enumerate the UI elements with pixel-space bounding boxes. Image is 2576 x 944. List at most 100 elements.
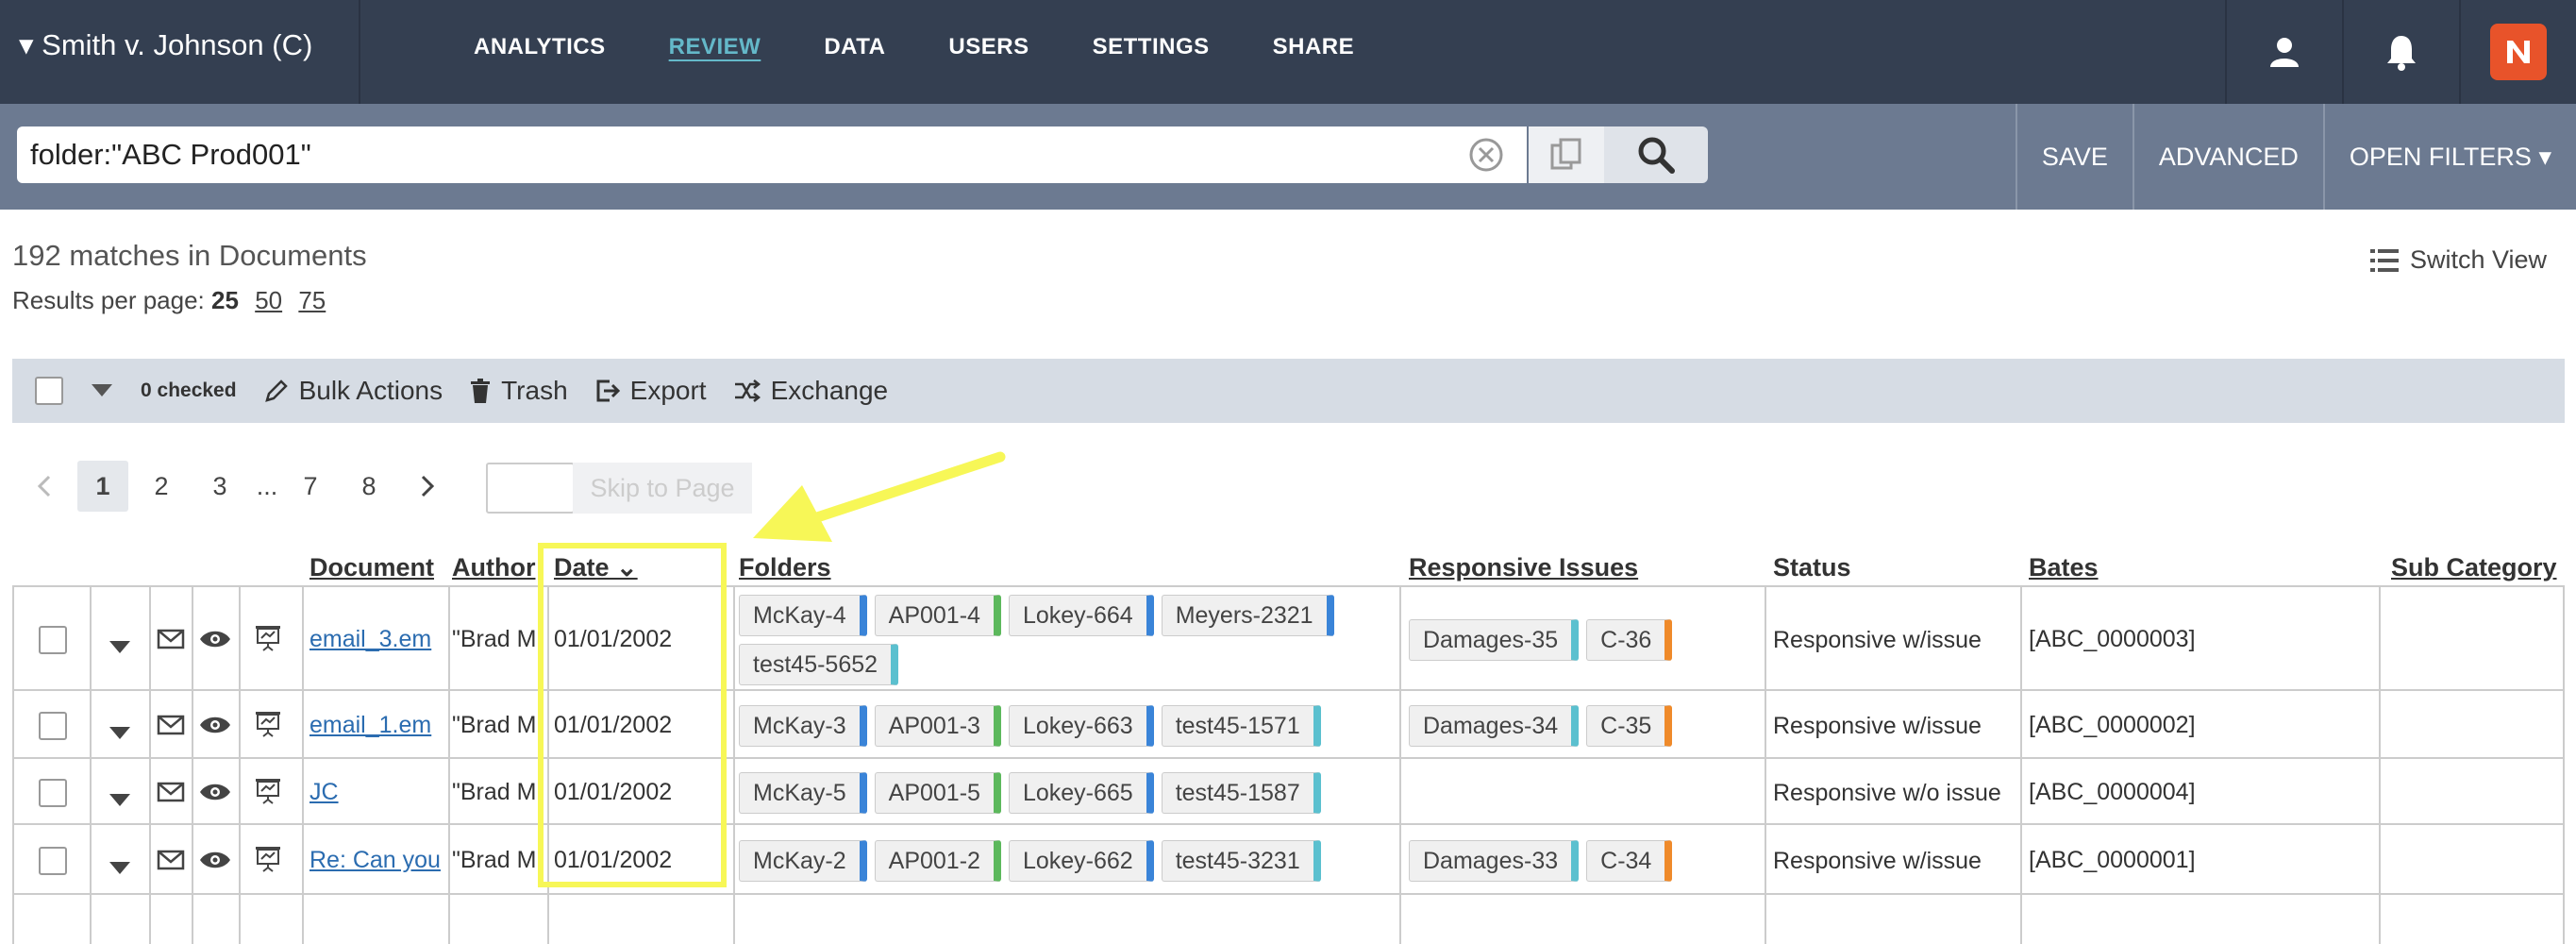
document-link[interactable]: Re: Can you — [309, 847, 441, 874]
bulk-actions-button[interactable]: Bulk Actions — [263, 376, 443, 406]
per-page-25[interactable]: 25 — [211, 286, 239, 314]
skip-to-page-button[interactable]: Skip to Page — [573, 463, 752, 514]
issue-tag[interactable]: Damages-35 — [1409, 619, 1580, 661]
author-cell: "Brad M — [452, 779, 537, 805]
app-logo-icon[interactable] — [2459, 0, 2576, 104]
nav-share[interactable]: SHARE — [1273, 34, 1355, 60]
row-checkbox[interactable] — [39, 779, 67, 807]
status-cell: Responsive w/issue — [1773, 848, 1982, 874]
eye-icon[interactable] — [199, 629, 231, 656]
chevron-down-icon[interactable] — [109, 719, 130, 747]
folder-tag[interactable]: Lokey-665 — [1008, 772, 1154, 814]
nav-analytics[interactable]: ANALYTICS — [474, 34, 606, 60]
nav-review[interactable]: REVIEW — [669, 34, 761, 60]
column-header-status: Status — [1773, 553, 1851, 582]
folder-tag[interactable]: AP001-2 — [874, 840, 1001, 882]
bates-cell: [ABC_0000001] — [2029, 847, 2196, 873]
trash-button[interactable]: Trash — [469, 376, 568, 406]
document-link[interactable]: email_1.em — [309, 712, 431, 739]
copy-query-button[interactable] — [1529, 126, 1604, 183]
date-column-highlight — [538, 543, 727, 887]
per-page-50[interactable]: 50 — [255, 286, 282, 314]
column-header-sub-category[interactable]: Sub Category — [2391, 553, 2557, 582]
mail-icon — [157, 715, 185, 742]
open-filters-button[interactable]: OPEN FILTERS ▾ — [2322, 104, 2576, 210]
exchange-button[interactable]: Exchange — [733, 376, 888, 406]
column-header-author[interactable]: Author — [452, 553, 535, 582]
clear-search-icon[interactable] — [1467, 136, 1505, 174]
issue-tag[interactable]: C-36 — [1586, 619, 1673, 661]
column-header-responsive-issues[interactable]: Responsive Issues — [1409, 553, 1638, 582]
next-page-icon[interactable] — [402, 461, 453, 512]
page-3[interactable]: 3 — [194, 461, 245, 512]
save-button[interactable]: SAVE — [2015, 104, 2133, 210]
folder-tag[interactable]: AP001-4 — [874, 595, 1001, 636]
row-checkbox[interactable] — [39, 712, 67, 740]
folder-tag[interactable]: Lokey-664 — [1008, 595, 1154, 636]
switch-view-label: Switch View — [2410, 245, 2548, 274]
nav-data[interactable]: DATA — [824, 34, 885, 60]
table-row: email_3.em "Brad M 01/01/2002 McKay-4 AP001-… — [12, 585, 2565, 691]
folder-tag[interactable]: Lokey-663 — [1008, 705, 1154, 747]
column-header-document[interactable]: Document — [309, 553, 434, 582]
per-page-75[interactable]: 75 — [298, 286, 326, 314]
folder-tag[interactable]: test45-1571 — [1161, 705, 1321, 747]
page-8[interactable]: 8 — [343, 461, 394, 512]
eye-icon[interactable] — [199, 850, 231, 877]
nav-users[interactable]: USERS — [948, 34, 1029, 60]
presentation-icon[interactable] — [254, 710, 282, 745]
eye-icon[interactable] — [199, 715, 231, 742]
eye-icon[interactable] — [199, 782, 231, 809]
advanced-button[interactable]: ADVANCED — [2132, 104, 2323, 210]
issue-tag[interactable]: Damages-34 — [1409, 705, 1580, 747]
chevron-down-icon[interactable] — [92, 384, 112, 397]
folder-tag[interactable]: test45-1587 — [1161, 772, 1321, 814]
column-header-folders[interactable]: Folders — [739, 553, 831, 582]
issue-tag[interactable]: C-35 — [1586, 705, 1673, 747]
folder-tag[interactable]: AP001-5 — [874, 772, 1001, 814]
folder-tag[interactable]: test45-3231 — [1161, 840, 1321, 882]
folder-tag[interactable]: McKay-2 — [739, 840, 867, 882]
page-7[interactable]: 7 — [285, 461, 336, 512]
folder-tag[interactable]: McKay-4 — [739, 595, 867, 636]
select-all-checkbox[interactable] — [35, 377, 63, 405]
chevron-down-icon[interactable] — [109, 786, 130, 814]
search-actions: SAVE ADVANCED OPEN FILTERS ▾ — [2015, 104, 2576, 210]
mail-icon — [157, 629, 185, 656]
user-icon[interactable] — [2225, 0, 2342, 104]
folder-tag[interactable]: Meyers-2321 — [1161, 595, 1334, 636]
export-button[interactable]: Export — [594, 376, 707, 406]
page-ellipsis: ... — [256, 471, 278, 500]
folder-tag[interactable]: Lokey-662 — [1008, 840, 1154, 882]
chevron-down-icon[interactable] — [109, 633, 130, 661]
presentation-icon[interactable] — [254, 777, 282, 812]
presentation-icon[interactable] — [254, 845, 282, 880]
page-2[interactable]: 2 — [136, 461, 187, 512]
issue-tag[interactable]: C-34 — [1586, 840, 1673, 882]
folder-tag[interactable]: test45-5652 — [739, 644, 899, 685]
case-selector[interactable]: ▾ Smith v. Johnson (C) — [19, 28, 312, 62]
status-cell: Responsive w/issue — [1773, 627, 1982, 653]
search-bar: folder:"ABC Prod001" SAVE ADVANCED OPEN … — [0, 104, 2576, 210]
skip-page-input[interactable] — [486, 463, 575, 514]
column-header-bates[interactable]: Bates — [2029, 553, 2099, 582]
prev-page-icon[interactable] — [19, 461, 70, 512]
chevron-down-icon[interactable] — [109, 854, 130, 882]
page-1[interactable]: 1 — [77, 461, 128, 512]
row-checkbox[interactable] — [39, 626, 67, 654]
status-cell: Responsive w/issue — [1773, 713, 1982, 739]
nav-settings[interactable]: SETTINGS — [1093, 34, 1210, 60]
switch-view-button[interactable]: Switch View — [2370, 245, 2547, 275]
folders-cell: McKay-5 AP001-5 Lokey-665 test45-1587 — [739, 772, 1390, 821]
document-link[interactable]: JC — [309, 779, 339, 806]
search-input[interactable]: folder:"ABC Prod001" — [17, 126, 1527, 183]
bell-icon[interactable] — [2342, 0, 2459, 104]
presentation-icon[interactable] — [254, 624, 282, 659]
folder-tag[interactable]: McKay-3 — [739, 705, 867, 747]
folder-tag[interactable]: McKay-5 — [739, 772, 867, 814]
search-button[interactable] — [1604, 126, 1708, 183]
row-checkbox[interactable] — [39, 847, 67, 875]
issue-tag[interactable]: Damages-33 — [1409, 840, 1580, 882]
folder-tag[interactable]: AP001-3 — [874, 705, 1001, 747]
document-link[interactable]: email_3.em — [309, 626, 431, 653]
